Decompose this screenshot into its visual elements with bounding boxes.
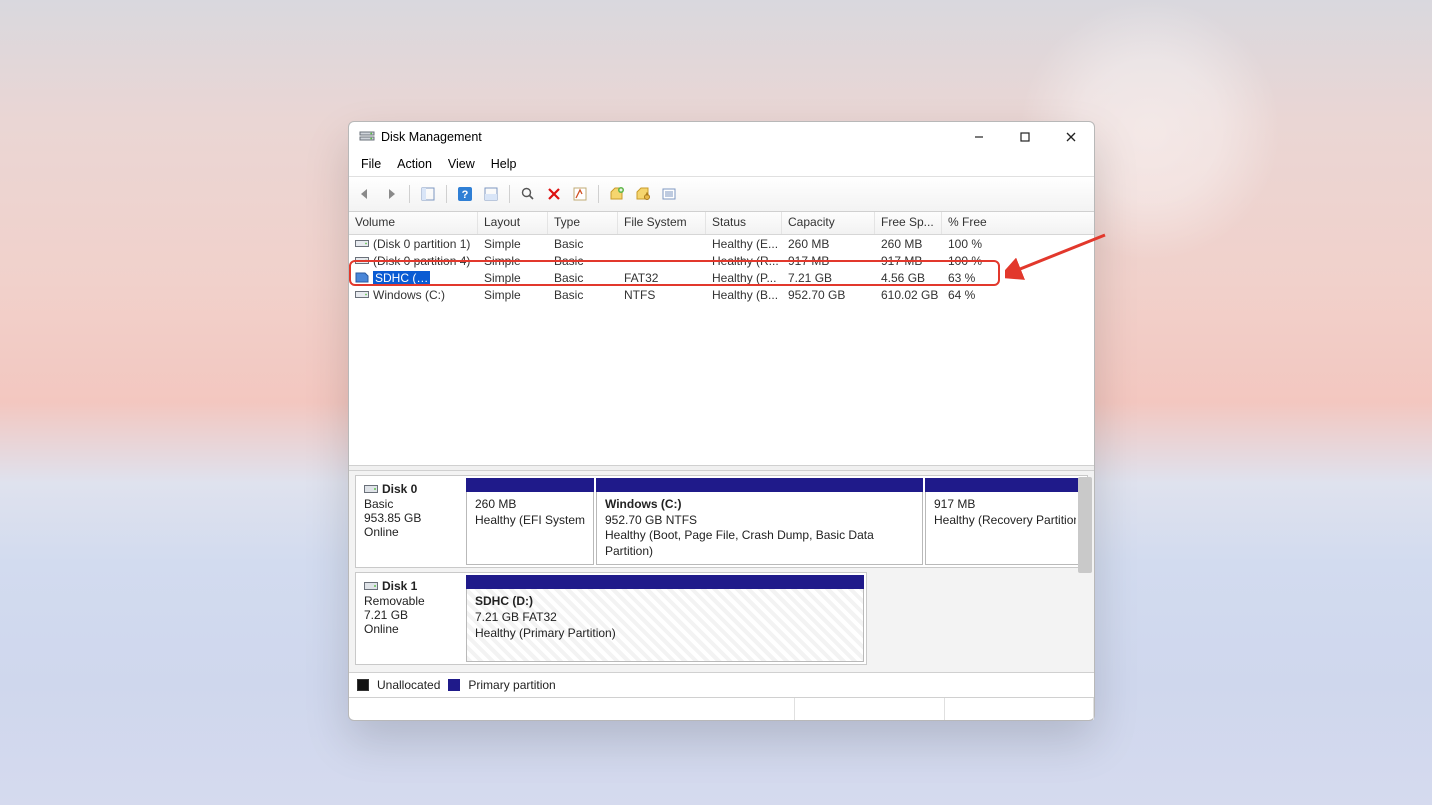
separator bbox=[598, 185, 599, 203]
menu-file[interactable]: File bbox=[353, 155, 389, 173]
col-status[interactable]: Status bbox=[706, 212, 782, 234]
menu-view[interactable]: View bbox=[440, 155, 483, 173]
svg-text:?: ? bbox=[462, 189, 469, 201]
disk0-partition-1[interactable]: 260 MB Healthy (EFI System P bbox=[466, 478, 594, 565]
scrollbar-thumb[interactable] bbox=[1078, 477, 1092, 573]
drive-icon bbox=[355, 238, 369, 249]
legend: Unallocated Primary partition bbox=[349, 672, 1094, 697]
disk1-partition-sdhc[interactable]: SDHC (D:) 7.21 GB FAT32 Healthy (Primary… bbox=[466, 575, 864, 662]
new-volume-button[interactable] bbox=[607, 184, 627, 204]
removable-icon bbox=[364, 580, 378, 592]
view-settings-button[interactable] bbox=[481, 184, 501, 204]
col-type[interactable]: Type bbox=[548, 212, 618, 234]
list-button[interactable] bbox=[659, 184, 679, 204]
sd-card-icon bbox=[355, 272, 369, 283]
unallocated-swatch bbox=[357, 679, 369, 691]
drive-icon bbox=[355, 289, 369, 300]
show-hide-console-tree-button[interactable] bbox=[418, 184, 438, 204]
volume-columns-header[interactable]: Volume Layout Type File System Status Ca… bbox=[349, 212, 1094, 235]
menu-help[interactable]: Help bbox=[483, 155, 525, 173]
volume-row[interactable]: (Disk 0 partition 1) Simple Basic Health… bbox=[349, 235, 1094, 252]
toolbar: ? bbox=[349, 176, 1094, 212]
menubar: File Action View Help bbox=[349, 152, 1094, 176]
close-button[interactable] bbox=[1048, 122, 1094, 152]
disk0-partition-recovery[interactable]: 917 MB Healthy (Recovery Partition) bbox=[925, 478, 1085, 565]
disk-graphical-view: Disk 0 Basic 953.85 GB Online 260 MB Hea… bbox=[349, 471, 1094, 672]
separator bbox=[446, 185, 447, 203]
disk-1-group[interactable]: Disk 1 Removable 7.21 GB Online SDHC (D:… bbox=[355, 572, 867, 665]
separator bbox=[409, 185, 410, 203]
window-controls bbox=[956, 122, 1094, 152]
disk-mgmt-icon bbox=[359, 129, 375, 145]
drive-icon bbox=[355, 255, 369, 266]
separator bbox=[509, 185, 510, 203]
properties-button[interactable] bbox=[570, 184, 590, 204]
col-capacity[interactable]: Capacity bbox=[782, 212, 875, 234]
col-free[interactable]: Free Sp... bbox=[875, 212, 942, 234]
window-title: Disk Management bbox=[381, 130, 482, 144]
back-button[interactable] bbox=[355, 184, 375, 204]
disk-management-window: Disk Management File Action View Help ? bbox=[348, 121, 1095, 721]
delete-button[interactable] bbox=[544, 184, 564, 204]
disk-0-info[interactable]: Disk 0 Basic 953.85 GB Online bbox=[356, 476, 464, 567]
forward-button[interactable] bbox=[381, 184, 401, 204]
titlebar[interactable]: Disk Management bbox=[349, 122, 1094, 152]
col-layout[interactable]: Layout bbox=[478, 212, 548, 234]
col-filesystem[interactable]: File System bbox=[618, 212, 706, 234]
status-bar bbox=[349, 697, 1094, 720]
disk-1-info[interactable]: Disk 1 Removable 7.21 GB Online bbox=[356, 573, 464, 664]
volume-row-selected[interactable]: SDHC (… Simple Basic FAT32 Healthy (P...… bbox=[349, 269, 1094, 286]
explore-button[interactable] bbox=[518, 184, 538, 204]
disk-0-group[interactable]: Disk 0 Basic 953.85 GB Online 260 MB Hea… bbox=[355, 475, 1088, 568]
primary-swatch bbox=[448, 679, 460, 691]
minimize-button[interactable] bbox=[956, 122, 1002, 152]
menu-action[interactable]: Action bbox=[389, 155, 440, 173]
security-button[interactable] bbox=[633, 184, 653, 204]
disk0-partition-windows[interactable]: Windows (C:) 952.70 GB NTFS Healthy (Boo… bbox=[596, 478, 923, 565]
help-button[interactable]: ? bbox=[455, 184, 475, 204]
col-pctfree[interactable]: % Free bbox=[942, 212, 1094, 234]
col-volume[interactable]: Volume bbox=[349, 212, 478, 234]
maximize-button[interactable] bbox=[1002, 122, 1048, 152]
volume-row[interactable]: Windows (C:) Simple Basic NTFS Healthy (… bbox=[349, 286, 1094, 303]
volume-list[interactable]: (Disk 0 partition 1) Simple Basic Health… bbox=[349, 235, 1094, 465]
hdd-icon bbox=[364, 483, 378, 495]
volume-row[interactable]: (Disk 0 partition 4) Simple Basic Health… bbox=[349, 252, 1094, 269]
